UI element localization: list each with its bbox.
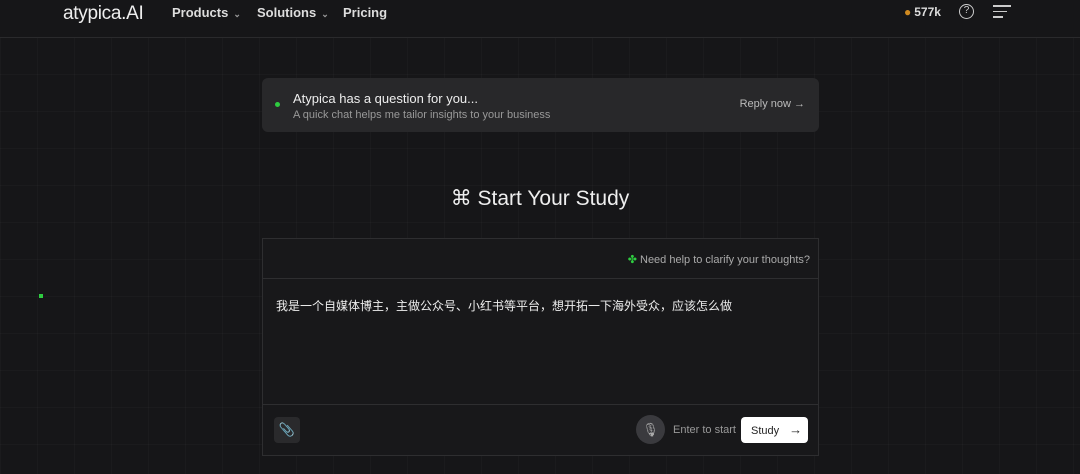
reply-now-button[interactable]: Reply now → xyxy=(740,98,805,110)
logo[interactable]: atypica.AI xyxy=(63,3,144,25)
page-title: ⌘ Start Your Study xyxy=(450,187,630,210)
products-label: Products xyxy=(172,5,229,20)
top-nav: atypica.AI Products ⌄ Solutions ⌄ Pricing … xyxy=(0,0,1080,38)
study-input-box: ✤ Need help to clarify your thoughts? 我是… xyxy=(262,238,819,456)
clarify-help-link[interactable]: ✤ Need help to clarify your thoughts? xyxy=(628,253,810,266)
help-icon[interactable]: ? xyxy=(959,4,974,19)
reply-label: Reply now xyxy=(739,98,791,110)
clarify-help-label: Need help to clarify your thoughts? xyxy=(640,254,810,266)
banner-title: Atypica has a question for you... xyxy=(293,91,478,106)
study-label: Study xyxy=(751,425,780,437)
paperclip-icon[interactable]: 📎 xyxy=(274,417,300,443)
arrow-right-icon: → xyxy=(794,98,805,110)
nav-products[interactable]: Products ⌄ xyxy=(172,5,241,20)
nav-pricing[interactable]: Pricing xyxy=(343,5,387,20)
study-input[interactable]: 我是一个自媒体博主，主做公众号、小红书等平台，想开拓一下海外受众，应该怎么做 xyxy=(276,297,732,314)
question-banner[interactable]: Atypica has a question for you... A quic… xyxy=(262,78,819,132)
decorative-dot xyxy=(39,294,43,298)
microphone-icon[interactable]: 🎙 xyxy=(636,415,665,444)
coins-icon: ● xyxy=(904,5,912,19)
enter-hint: Enter to start xyxy=(673,424,736,436)
study-button[interactable]: Study → xyxy=(741,417,808,443)
chevron-down-icon: ⌄ xyxy=(233,9,241,19)
credits-badge[interactable]: ● 577k xyxy=(904,5,941,19)
nav-solutions[interactable]: Solutions ⌄ xyxy=(257,5,329,20)
menu-icon[interactable] xyxy=(993,5,1011,22)
solutions-label: Solutions xyxy=(257,5,317,20)
sparkle-icon: ✤ xyxy=(627,254,637,266)
status-dot xyxy=(275,102,280,107)
banner-subtitle: A quick chat helps me tailor insights to… xyxy=(293,109,551,121)
credits-value: 577k xyxy=(914,5,941,19)
arrow-right-icon: → xyxy=(789,422,803,437)
chevron-down-icon: ⌄ xyxy=(321,9,329,19)
